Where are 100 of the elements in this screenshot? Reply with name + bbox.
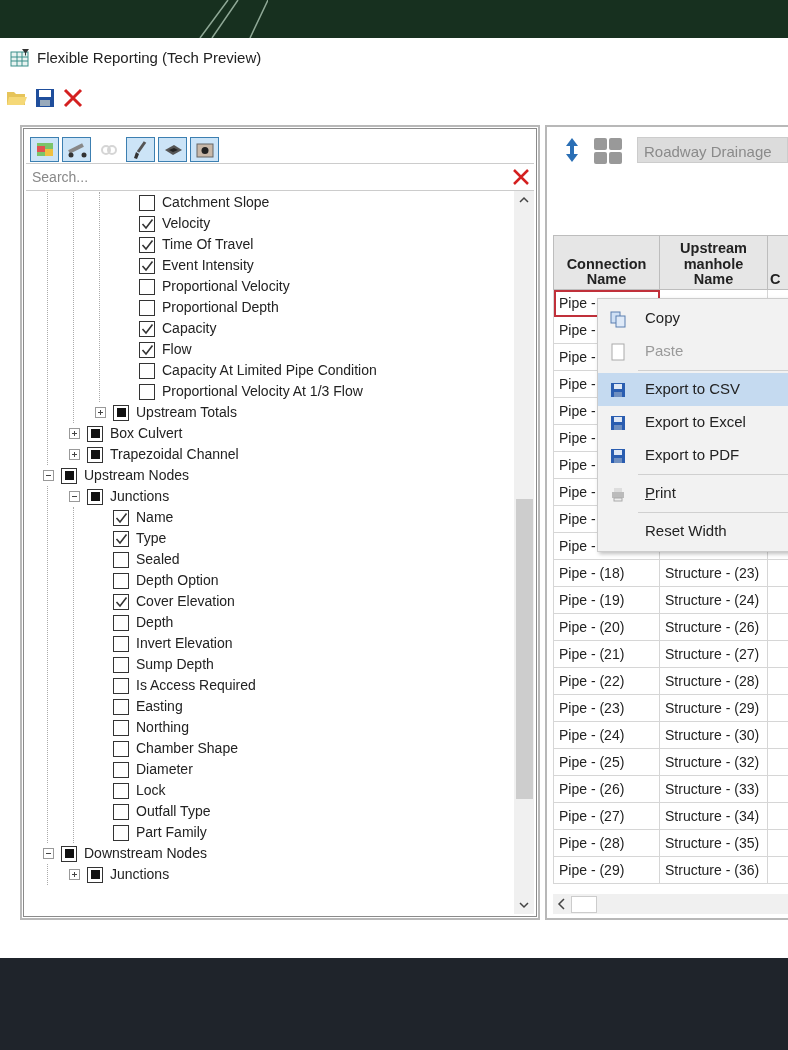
tree-item-label[interactable]: Box Culvert (110, 423, 183, 444)
collapse-icon[interactable] (69, 491, 80, 502)
tree-item-label[interactable]: Upstream Totals (136, 402, 237, 423)
checkbox[interactable] (113, 656, 129, 673)
table-cell: Structure - (30) (659, 721, 768, 749)
tree-item-label[interactable]: Proportional Depth (162, 297, 279, 318)
tree-item-label[interactable]: Proportional Velocity At 1/3 Flow (162, 381, 363, 402)
horizontal-scrollbar[interactable] (553, 894, 788, 914)
tree-item-label[interactable]: Downstream Nodes (84, 843, 207, 864)
checkbox[interactable] (113, 572, 129, 589)
checkbox[interactable] (113, 740, 129, 757)
checkbox[interactable] (113, 509, 129, 526)
scrollbar-thumb[interactable] (515, 499, 533, 799)
tree-item-label[interactable]: Time Of Travel (162, 234, 254, 255)
checkbox[interactable] (113, 824, 129, 841)
brush-filter-button[interactable] (126, 137, 155, 162)
table-cell: Structure - (26) (659, 613, 768, 641)
checkbox[interactable] (139, 362, 155, 379)
tree-item-label[interactable]: Depth (136, 612, 174, 633)
vertical-scrollbar[interactable] (514, 191, 534, 914)
tree-item-label[interactable]: Lock (136, 780, 166, 801)
menu-item[interactable]: Export to CSV (598, 373, 788, 406)
tree-item-label[interactable]: Outfall Type (136, 801, 211, 822)
scrollbar-thumb[interactable] (571, 895, 597, 913)
expand-icon[interactable] (69, 428, 80, 439)
tree-item-label[interactable]: Velocity (162, 213, 211, 234)
checkbox[interactable] (113, 782, 129, 799)
tree-item-label[interactable]: Is Access Required (136, 675, 256, 696)
tree-item-label[interactable]: Diameter (136, 759, 193, 780)
camera-filter-button[interactable] (190, 137, 219, 162)
checkbox[interactable] (87, 446, 103, 463)
checkbox[interactable] (113, 635, 129, 652)
tree-item-label[interactable]: Depth Option (136, 570, 219, 591)
checkbox[interactable] (87, 866, 103, 883)
checkbox[interactable] (139, 320, 155, 337)
sort-arrows-icon[interactable] (565, 137, 579, 163)
checkbox[interactable] (113, 719, 129, 736)
checkbox[interactable] (139, 257, 155, 274)
tree-item-label[interactable]: Proportional Velocity (162, 276, 290, 297)
checkbox[interactable] (139, 383, 155, 400)
tree-item-label[interactable]: Part Family (136, 822, 207, 843)
save-icon (609, 446, 627, 465)
save-icon[interactable] (35, 88, 55, 108)
collapse-icon[interactable] (43, 848, 54, 859)
tree-item-label[interactable]: Upstream Nodes (84, 465, 190, 486)
checkbox[interactable] (113, 614, 129, 631)
checkbox[interactable] (113, 404, 129, 421)
tree-item-label[interactable]: Trapezoidal Channel (110, 444, 239, 465)
checkbox[interactable] (139, 194, 155, 211)
checkbox[interactable] (87, 425, 103, 442)
column-header[interactable]: Upstream manhole Name (659, 235, 768, 290)
table-cell: Pipe - (18) (553, 559, 660, 587)
checkbox[interactable] (61, 845, 77, 862)
table-cell: Structure - (29) (659, 694, 768, 722)
expand-icon[interactable] (69, 449, 80, 460)
checkbox[interactable] (139, 341, 155, 358)
collapse-icon[interactable] (43, 470, 54, 481)
expand-icon[interactable] (69, 869, 80, 880)
tree-item-label[interactable]: Sealed (136, 549, 180, 570)
checkbox[interactable] (113, 698, 129, 715)
tree-item-label[interactable]: Chamber Shape (136, 738, 238, 759)
tree-item-label[interactable]: Flow (162, 339, 192, 360)
tree-item-label[interactable]: Junctions (110, 486, 170, 507)
tree-item-label[interactable]: Type (136, 528, 167, 549)
checkbox[interactable] (139, 236, 155, 253)
checkbox[interactable] (61, 467, 77, 484)
tree-item-label[interactable]: Sump Depth (136, 654, 214, 675)
checkbox[interactable] (139, 215, 155, 232)
clear-icon[interactable] (510, 167, 531, 187)
tiles-icon[interactable] (593, 137, 623, 165)
checkbox[interactable] (113, 677, 129, 694)
table-cell: Pipe - (23) (553, 694, 660, 722)
checkbox[interactable] (139, 299, 155, 316)
checkbox[interactable] (87, 488, 103, 505)
tree-item-label[interactable]: Invert Elevation (136, 633, 233, 654)
checkbox[interactable] (113, 803, 129, 820)
table-cell: Pipe - (29) (553, 856, 660, 884)
checkbox[interactable] (113, 551, 129, 568)
tree-item-label[interactable]: Easting (136, 696, 183, 717)
tree-item-label[interactable]: Event Intensity (162, 255, 254, 276)
tree-item-label[interactable]: Capacity At Limited Pipe Condition (162, 360, 377, 381)
checkbox[interactable] (113, 761, 129, 778)
pipe-filter-button[interactable] (62, 137, 91, 162)
tree-item-label[interactable]: Cover Elevation (136, 591, 235, 612)
checkbox[interactable] (113, 530, 129, 547)
checkbox[interactable] (139, 278, 155, 295)
tree-item-label[interactable]: Name (136, 507, 174, 528)
tree-item-label[interactable]: Catchment Slope (162, 192, 270, 213)
checkbox[interactable] (113, 593, 129, 610)
plate-filter-button[interactable] (158, 137, 187, 162)
table-cell: Structure - (24) (659, 586, 768, 614)
tree-item-label[interactable]: Northing (136, 717, 189, 738)
expand-icon[interactable] (95, 407, 106, 418)
delete-icon[interactable] (62, 87, 84, 109)
tree-item-label[interactable]: Capacity (162, 318, 217, 339)
tree-item-label[interactable]: Junctions (110, 864, 170, 885)
table-cell: Structure - (28) (659, 667, 768, 695)
column-header[interactable]: C (767, 235, 788, 290)
table-cell: Pipe - (24) (553, 721, 660, 749)
column-header[interactable]: Connection Name (553, 235, 660, 290)
